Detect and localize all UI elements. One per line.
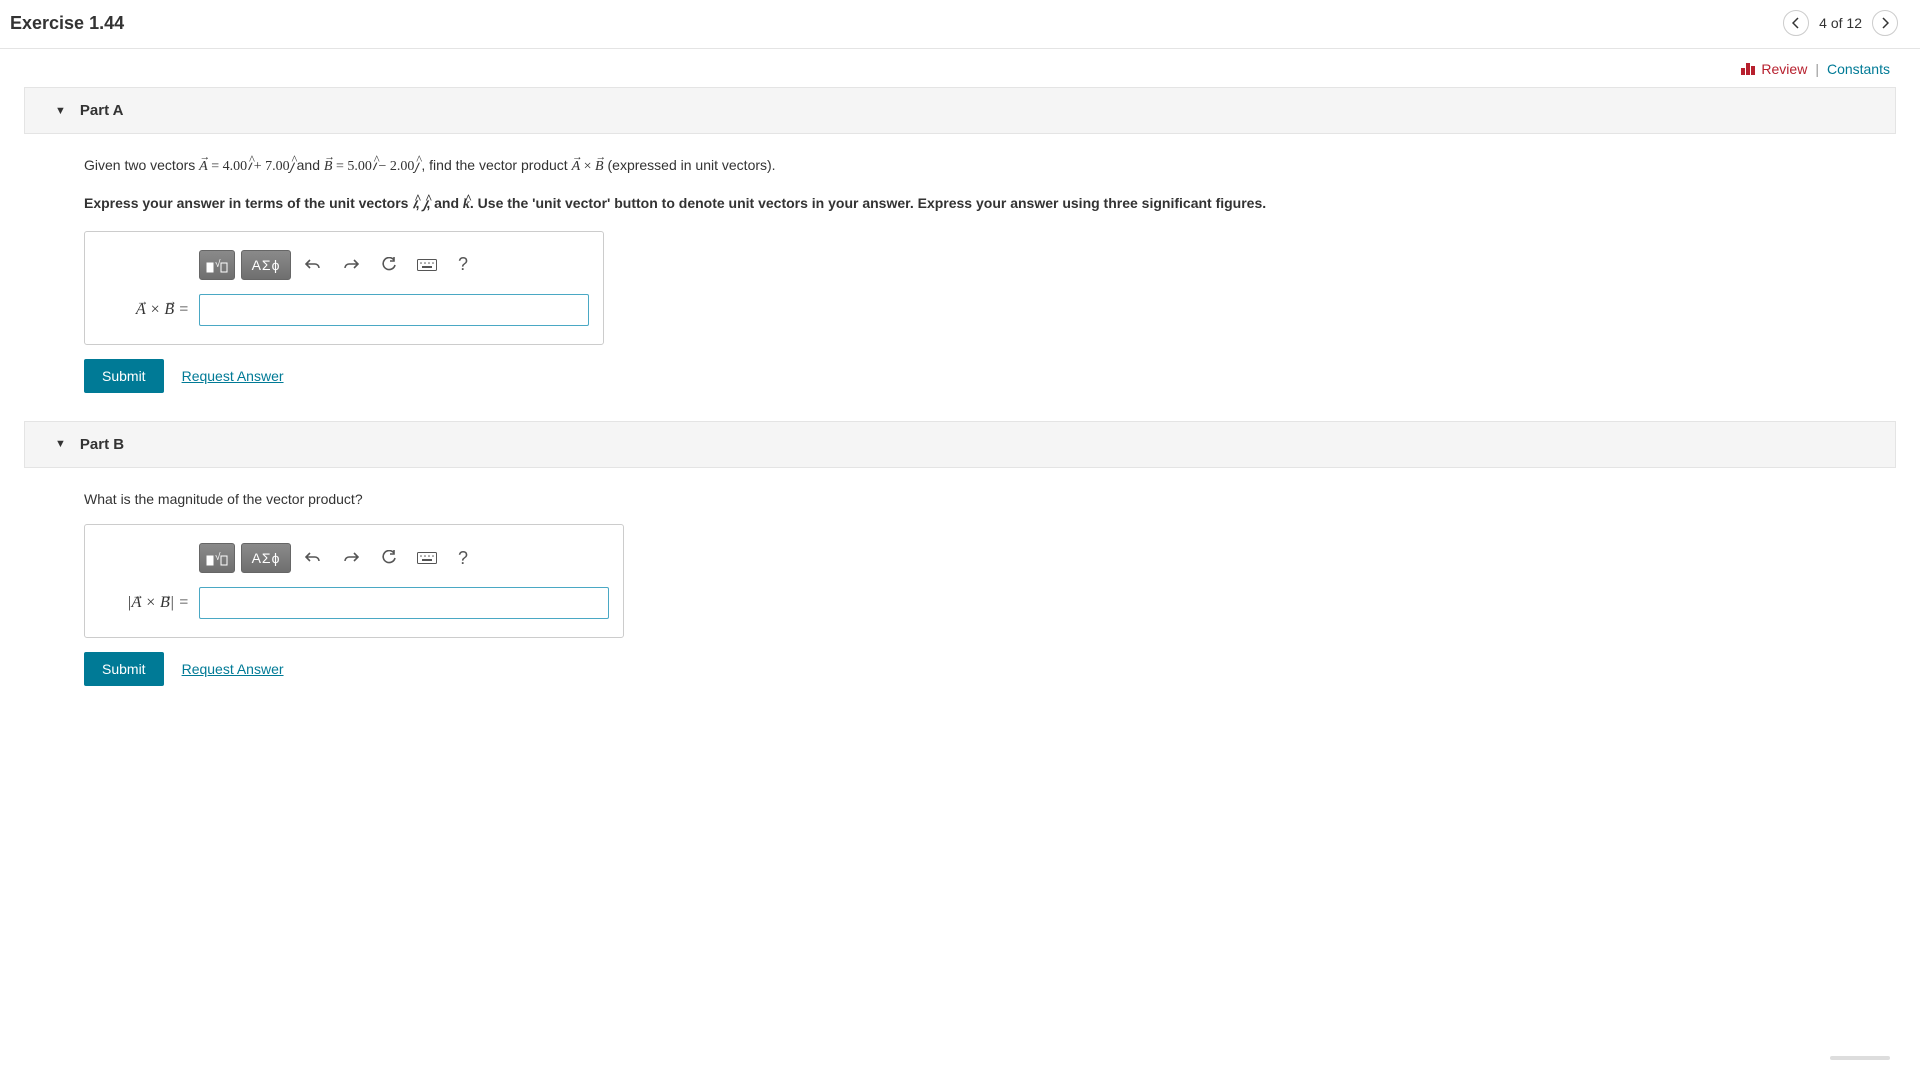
- vec-a: A: [136, 301, 146, 319]
- constants-link[interactable]: Constants: [1827, 61, 1890, 77]
- part-a-answer-box: √ ΑΣϕ ?: [84, 231, 604, 345]
- instr-seg: . Use the 'unit vector' button to denote…: [470, 195, 1266, 211]
- submit-button[interactable]: Submit: [84, 359, 164, 393]
- part-b-button-row: Submit Request Answer: [84, 652, 1860, 686]
- reset-button[interactable]: [373, 543, 405, 573]
- part-b-header: ▼ Part B: [24, 421, 1896, 468]
- redo-icon: [343, 258, 359, 272]
- nav-group: 4 of 12: [1783, 10, 1898, 36]
- part-a-answer-input[interactable]: [199, 294, 589, 326]
- q-text-seg: = 5.00: [332, 159, 371, 174]
- redo-icon: [343, 551, 359, 565]
- chevron-right-icon: [1881, 17, 1889, 29]
- part-b-eq-label: |A × B| =: [99, 594, 189, 612]
- part-b-answer-box: √ ΑΣϕ ?: [84, 524, 624, 638]
- templates-button[interactable]: √: [199, 250, 235, 280]
- q-text-seg: Given two vectors: [84, 157, 199, 173]
- q-text-seg: (expressed in unit vectors).: [608, 157, 776, 173]
- part-b-question: What is the magnitude of the vector prod…: [84, 488, 1860, 510]
- prev-button[interactable]: [1783, 10, 1809, 36]
- sub-bar: Review | Constants: [0, 49, 1920, 87]
- request-answer-link[interactable]: Request Answer: [182, 368, 284, 384]
- top-bar: Exercise 1.44 4 of 12: [0, 0, 1920, 49]
- vec-b: B: [164, 301, 174, 319]
- keyboard-icon: [417, 552, 437, 564]
- svg-text:√: √: [215, 258, 221, 270]
- part-a-body: Given two vectors A = 4.00𝚤 + 7.00𝚥 and …: [30, 134, 1890, 421]
- undo-button[interactable]: [297, 543, 329, 573]
- request-answer-link[interactable]: Request Answer: [182, 661, 284, 677]
- review-icon: [1741, 63, 1755, 75]
- part-a-toolbar: √ ΑΣϕ ?: [199, 250, 589, 280]
- part-b-body: What is the magnitude of the vector prod…: [30, 468, 1890, 714]
- part-a-button-row: Submit Request Answer: [84, 359, 1860, 393]
- submit-button[interactable]: Submit: [84, 652, 164, 686]
- redo-button[interactable]: [335, 250, 367, 280]
- part-a-header: ▼ Part A: [24, 87, 1896, 134]
- greek-button[interactable]: ΑΣϕ: [241, 250, 291, 280]
- reset-icon: [381, 257, 397, 273]
- help-button[interactable]: ?: [449, 543, 477, 573]
- part-a-instruction: Express your answer in terms of the unit…: [84, 192, 1860, 216]
- part-b-answer-input[interactable]: [199, 587, 609, 619]
- greek-button[interactable]: ΑΣϕ: [241, 543, 291, 573]
- part-b-eq-row: |A × B| =: [99, 587, 609, 619]
- reset-button[interactable]: [373, 250, 405, 280]
- progress-text: 4 of 12: [1819, 15, 1862, 31]
- templates-icon: √: [206, 550, 228, 566]
- vec-b: B: [160, 594, 170, 612]
- footer-scroll-indicator: [1830, 1056, 1890, 1060]
- svg-text:√: √: [215, 551, 221, 563]
- q-text-seg: = 4.00: [208, 159, 247, 174]
- review-label: Review: [1761, 61, 1807, 77]
- next-button[interactable]: [1872, 10, 1898, 36]
- undo-icon: [305, 258, 321, 272]
- q-text-seg: + 7.00: [250, 159, 289, 174]
- undo-icon: [305, 551, 321, 565]
- part-a-question: Given two vectors A = 4.00𝚤 + 7.00𝚥 and …: [84, 154, 1860, 178]
- vec-a: A: [131, 594, 141, 612]
- redo-button[interactable]: [335, 543, 367, 573]
- keyboard-icon: [417, 259, 437, 271]
- keyboard-button[interactable]: [411, 250, 443, 280]
- eq-seg: ×: [146, 301, 165, 318]
- part-b-title: Part B: [80, 436, 124, 453]
- divider: |: [1815, 61, 1819, 77]
- part-b-toolbar: √ ΑΣϕ ?: [199, 543, 609, 573]
- undo-button[interactable]: [297, 250, 329, 280]
- keyboard-button[interactable]: [411, 543, 443, 573]
- reset-icon: [381, 550, 397, 566]
- collapse-icon[interactable]: ▼: [55, 105, 66, 117]
- part-a-eq-row: A × B =: [99, 294, 589, 326]
- q-text-seg: , find the vector product: [421, 157, 571, 173]
- templates-icon: √: [206, 257, 228, 273]
- collapse-icon[interactable]: ▼: [55, 438, 66, 450]
- part-a-title: Part A: [80, 102, 124, 119]
- instr-seg: Express your answer in terms of the unit…: [84, 195, 412, 211]
- q-text-seg: − 2.00: [375, 159, 414, 174]
- review-link[interactable]: Review: [1741, 61, 1807, 77]
- templates-button[interactable]: √: [199, 543, 235, 573]
- part-a-eq-label: A × B =: [99, 301, 189, 319]
- exercise-title: Exercise 1.44: [10, 13, 124, 34]
- chevron-left-icon: [1792, 17, 1800, 29]
- help-button[interactable]: ?: [449, 250, 477, 280]
- q-text-seg: and: [297, 157, 324, 173]
